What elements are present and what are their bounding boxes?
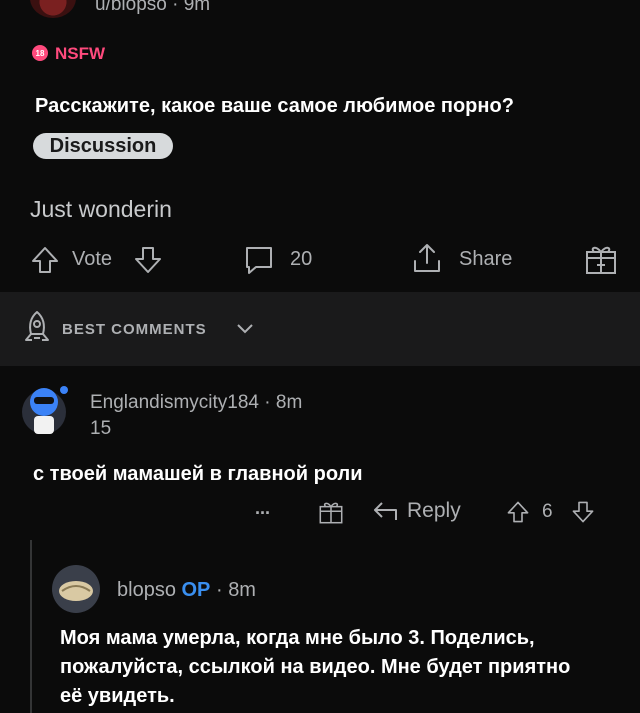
post-age: 9m — [183, 0, 211, 15]
nsfw-badge-icon: 18 — [32, 45, 48, 61]
comment-votes: 6 — [542, 501, 553, 522]
downvote-icon[interactable] — [571, 499, 595, 525]
post-body: Just wonderin — [30, 196, 172, 222]
chevron-down-icon[interactable] — [236, 323, 254, 335]
nsfw-label: NSFW — [55, 44, 106, 63]
rocket-icon — [22, 309, 52, 345]
reply-text-line: её увидеть. — [60, 685, 175, 707]
comment-meta: Englandismycity184 · 8m — [90, 392, 303, 413]
op-avatar[interactable] — [50, 563, 102, 615]
reply-age: 8m — [228, 579, 256, 601]
commenter-avatar[interactable] — [20, 380, 76, 444]
thread-line[interactable] — [30, 540, 32, 713]
flair-discussion[interactable]: Discussion — [33, 133, 173, 159]
op-tag: OP — [181, 579, 211, 601]
award-gift-icon[interactable] — [318, 499, 344, 525]
comment-count[interactable]: 20 — [290, 248, 312, 271]
vote-label: Vote — [72, 248, 113, 270]
downvote-icon[interactable] — [133, 245, 163, 275]
upvote-icon[interactable] — [506, 499, 530, 525]
reply-author[interactable]: blopso — [117, 579, 176, 601]
reply-text-line: Моя мама умерла, когда мне было 3. Подел… — [60, 627, 535, 649]
post-meta: u/blopso · 9m — [95, 0, 210, 16]
author-avatar[interactable] — [30, 0, 76, 18]
award-gift-icon[interactable] — [584, 242, 618, 276]
comment-text: с твоей мамашей в главной роли — [33, 463, 363, 485]
reply-button[interactable]: Reply — [407, 499, 461, 523]
comment-author[interactable]: Englandismycity184 — [90, 392, 259, 413]
more-options-button[interactable]: ... — [255, 498, 270, 519]
comment-age: 8m — [275, 392, 303, 413]
post-card: u/blopso · 9m 18 NSFW Расскажите, какое … — [0, 0, 640, 292]
reply-arrow-icon[interactable] — [372, 500, 398, 522]
upvote-icon[interactable] — [30, 245, 60, 275]
reply-text: Моя мама умерла, когда мне было 3. Подел… — [60, 624, 570, 711]
reply-meta: blopso OP · 8m — [117, 579, 256, 601]
sort-label[interactable]: BEST COMMENTS — [62, 321, 207, 338]
share-icon[interactable] — [410, 241, 444, 275]
post-author[interactable]: u/blopso — [95, 0, 167, 15]
comment-karma: 15 — [90, 418, 112, 439]
reply-text-line: пожалуйста, ссылкой на видео. Мне будет … — [60, 656, 571, 678]
comment-icon[interactable] — [242, 243, 276, 277]
comments-sort-bar: BEST COMMENTS — [0, 292, 640, 366]
share-label[interactable]: Share — [459, 248, 512, 271]
post-title[interactable]: Расскажите, какое ваше самое любимое пор… — [35, 95, 514, 118]
